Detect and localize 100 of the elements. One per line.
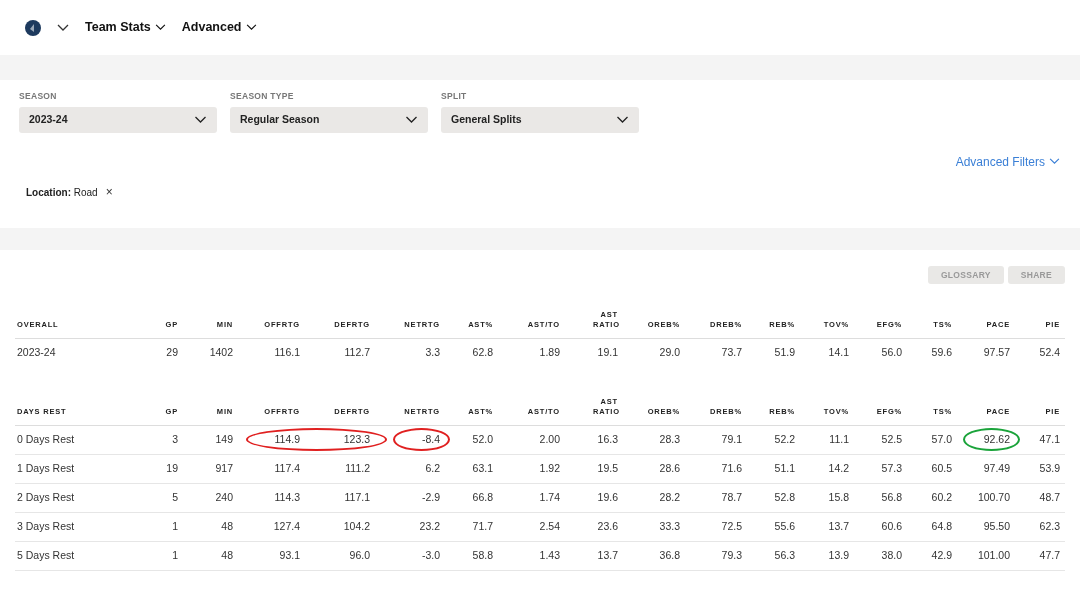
table-cell: 71.7 <box>445 512 498 541</box>
table-cell: 15.8 <box>800 483 854 512</box>
table-cell: 23.6 <box>565 512 623 541</box>
table-cell: 62.3 <box>1015 512 1065 541</box>
select-field[interactable]: 2023-24 <box>19 106 217 133</box>
nav-menu[interactable]: Team Stats <box>85 18 166 37</box>
table-cell: 56.8 <box>854 483 907 512</box>
table-cell: 114.3 <box>238 483 305 512</box>
table-cell: -2.9 <box>375 483 445 512</box>
table-cell: 13.7 <box>565 541 623 570</box>
caret-icon <box>245 24 257 31</box>
filter-label: Location: Road <box>26 185 98 200</box>
table-cell: 149 <box>183 425 238 454</box>
table-cell: 57.3 <box>854 454 907 483</box>
table-cell: 51.1 <box>747 454 800 483</box>
select-field[interactable]: General Splits <box>441 106 639 133</box>
table-cell: 19.5 <box>565 454 623 483</box>
table-cell: 73.7 <box>685 338 747 368</box>
caret-icon <box>194 115 207 124</box>
table-cell: 79.3 <box>685 541 747 570</box>
table-cell: 33.3 <box>623 512 685 541</box>
table-cell: 66.8 <box>445 483 498 512</box>
table-cell: 3 <box>150 425 183 454</box>
table-cell: 100.70 <box>957 483 1015 512</box>
table-cell: 28.6 <box>623 454 685 483</box>
table-cell: 29 <box>150 338 183 368</box>
table-cell: 116.1 <box>238 338 305 368</box>
caret-icon[interactable] <box>57 23 69 32</box>
caret-icon <box>1049 158 1060 166</box>
table-cell: 42.9 <box>907 541 957 570</box>
table-cell: 917 <box>183 454 238 483</box>
table-cell: 29.0 <box>623 338 685 368</box>
table-cell: 1 <box>150 512 183 541</box>
table-cell: 78.7 <box>685 483 747 512</box>
table-cell: 2 Days Rest <box>15 483 150 512</box>
table-cell: 117.4 <box>238 454 305 483</box>
table-cell: 72.5 <box>685 512 747 541</box>
table-cell: 5 <box>150 483 183 512</box>
table-cell: 104.2 <box>305 512 375 541</box>
table-cell: 63.1 <box>445 454 498 483</box>
table-cell: 95.50 <box>957 512 1015 541</box>
table-cell: 2.54 <box>498 512 565 541</box>
table-cell: 19.6 <box>565 483 623 512</box>
table-cell: 123.3 <box>305 425 375 454</box>
table-cell: 52.0 <box>445 425 498 454</box>
table-cell: 5 Days Rest <box>15 541 150 570</box>
table-cell: 3 Days Rest <box>15 512 150 541</box>
table-cell: 2023-24 <box>15 338 150 368</box>
table-cell: 48 <box>183 541 238 570</box>
nav-menu[interactable]: Advanced <box>181 18 257 37</box>
table-cell: 19 <box>150 454 183 483</box>
table-cell: 1.74 <box>498 483 565 512</box>
table-cell: 60.5 <box>907 454 957 483</box>
table-cell: 117.1 <box>305 483 375 512</box>
field-label: SPLIT <box>441 90 468 103</box>
table-cell: 52.5 <box>854 425 907 454</box>
table-cell: 14.2 <box>800 454 854 483</box>
table-cell: 64.8 <box>907 512 957 541</box>
table-cell: 57.0 <box>907 425 957 454</box>
table-cell: 13.7 <box>800 512 854 541</box>
table-cell: 1 Days Rest <box>15 454 150 483</box>
select-field[interactable]: Regular Season <box>230 106 428 133</box>
table-cell: 127.4 <box>238 512 305 541</box>
table-cell: 1.43 <box>498 541 565 570</box>
table-cell: 111.2 <box>305 454 375 483</box>
table-cell: 52.4 <box>1015 338 1065 368</box>
table-cell: 56.3 <box>747 541 800 570</box>
caret-icon <box>154 24 166 31</box>
caret-icon <box>616 115 629 124</box>
advanced-filters-link[interactable]: Advanced Filters <box>955 152 1060 171</box>
table-cell: 55.6 <box>747 512 800 541</box>
table-cell: 56.0 <box>854 338 907 368</box>
table-cell: 60.2 <box>907 483 957 512</box>
team-logo-icon <box>25 19 41 36</box>
table-cell: 114.9 <box>238 425 305 454</box>
table-cell: -8.4 <box>375 425 445 454</box>
table-cell: 11.1 <box>800 425 854 454</box>
table-cell: 48.7 <box>1015 483 1065 512</box>
table-cell: 28.3 <box>623 425 685 454</box>
table-cell: 1 <box>150 541 183 570</box>
table-cell: -3.0 <box>375 541 445 570</box>
table-cell: 53.9 <box>1015 454 1065 483</box>
table-cell: 47.7 <box>1015 541 1065 570</box>
field-label: SEASON TYPE <box>230 90 295 103</box>
table-cell: 52.2 <box>747 425 800 454</box>
table-cell: 13.9 <box>800 541 854 570</box>
table-cell: 1402 <box>183 338 238 368</box>
table-cell: 6.2 <box>375 454 445 483</box>
table-cell: 16.3 <box>565 425 623 454</box>
table-cell: 51.9 <box>747 338 800 368</box>
table-cell: 2.00 <box>498 425 565 454</box>
caret-icon <box>405 115 418 124</box>
table-cell: 1.92 <box>498 454 565 483</box>
table-cell: 112.7 <box>305 338 375 368</box>
table-cell: 97.57 <box>957 338 1015 368</box>
remove-filter-button[interactable]: × <box>105 186 113 199</box>
table-cell: 1.89 <box>498 338 565 368</box>
table-cell: 101.00 <box>957 541 1015 570</box>
table-cell: 60.6 <box>854 512 907 541</box>
table-cell: 23.2 <box>375 512 445 541</box>
